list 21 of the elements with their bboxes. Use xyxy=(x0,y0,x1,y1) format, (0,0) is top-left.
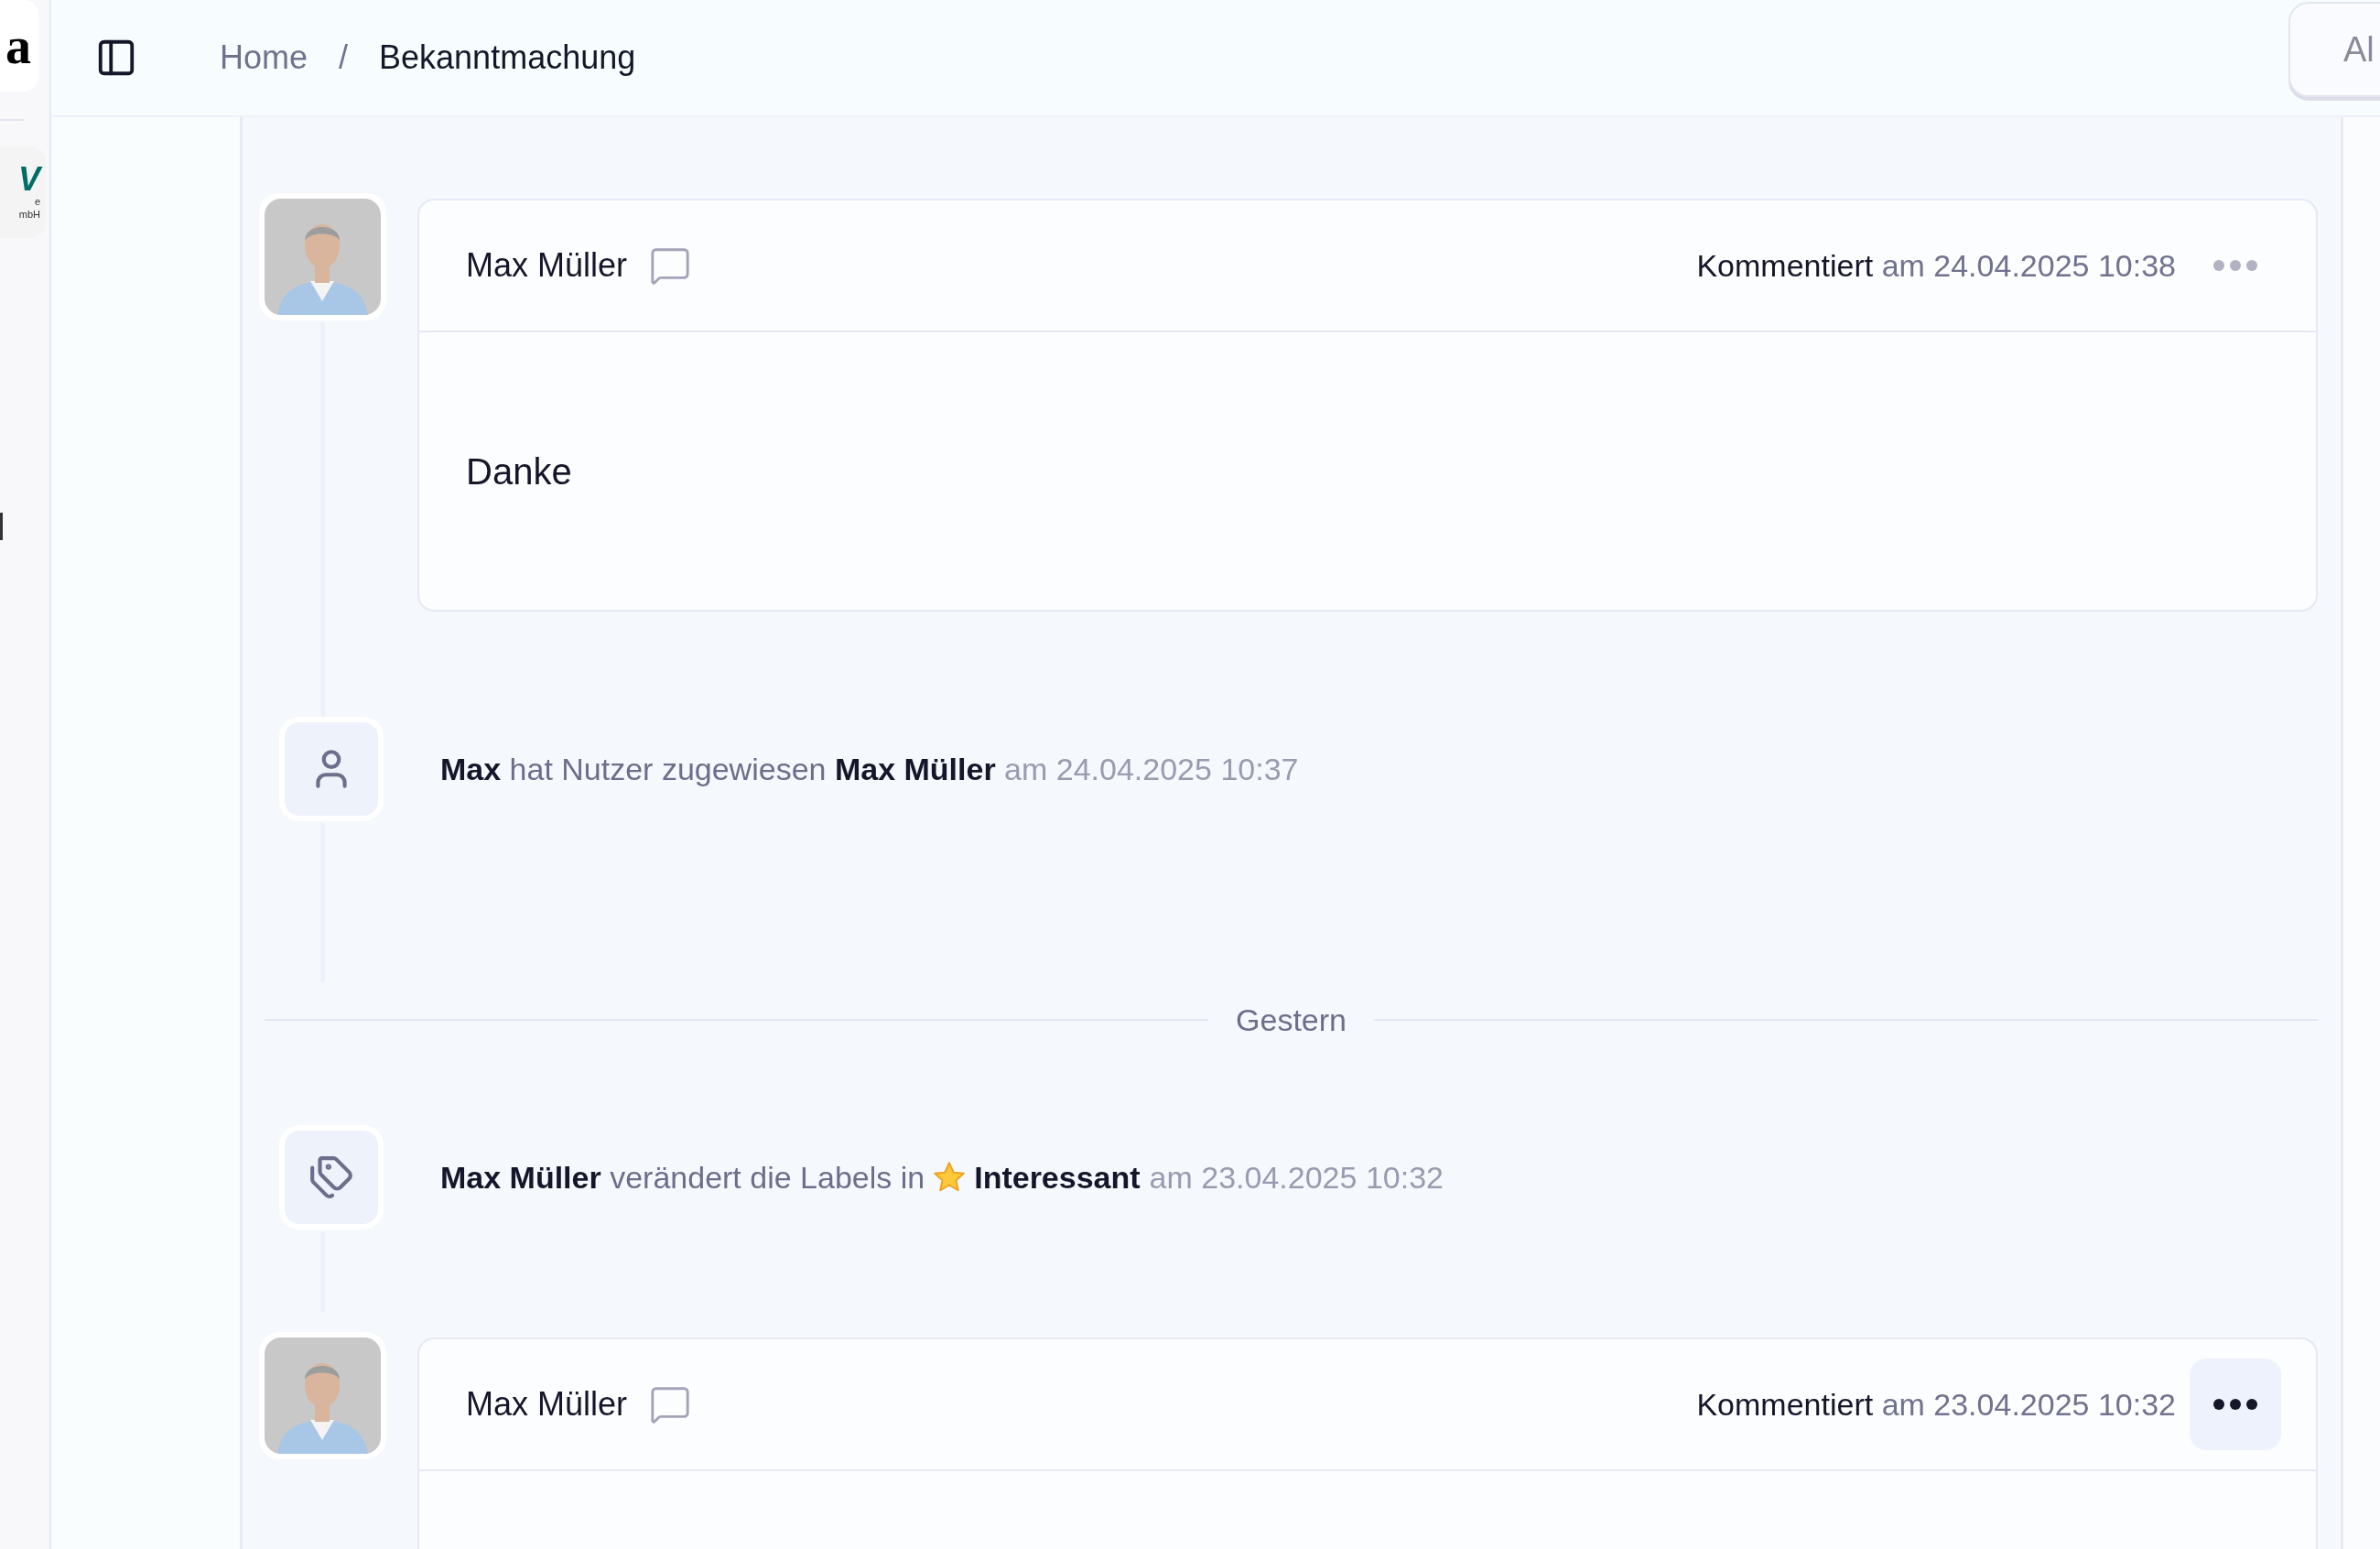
comment-timestamp: Kommentiert am 24.04.2025 10:38 xyxy=(1696,246,2176,285)
logo-caption: mbH xyxy=(18,209,40,222)
label-name: Interessant xyxy=(974,1158,1141,1197)
breadcrumb-item: Bekanntmachung xyxy=(379,38,636,78)
breadcrumb-separator: / xyxy=(339,38,349,78)
rail-marker xyxy=(0,513,3,540)
dots-icon xyxy=(2213,260,2257,271)
author-name: Max Müller xyxy=(466,245,628,286)
breadcrumb-item[interactable]: Home xyxy=(220,33,308,82)
author-name: Max Müller xyxy=(466,1384,628,1424)
comment-text: Danke xyxy=(466,450,572,493)
activity-text: Max Müller verändert die Labels in xyxy=(440,1158,925,1197)
tags-icon xyxy=(308,1154,354,1200)
logo-letter: a xyxy=(5,20,31,71)
activity-date: am 23.04.2025 10:32 xyxy=(1149,1158,1444,1197)
more-button[interactable] xyxy=(2190,1359,2281,1450)
date-divider-label: Gestern xyxy=(1235,1001,1347,1039)
dots-icon xyxy=(2213,1399,2257,1410)
comment-timestamp: Kommentiert am 23.04.2025 10:32 xyxy=(1696,1385,2176,1424)
activity-text: Max hat Nutzer zugewiesen Max Müller am 24.04.2025 10:37 xyxy=(440,750,1299,788)
logo-caption: e xyxy=(34,196,40,209)
